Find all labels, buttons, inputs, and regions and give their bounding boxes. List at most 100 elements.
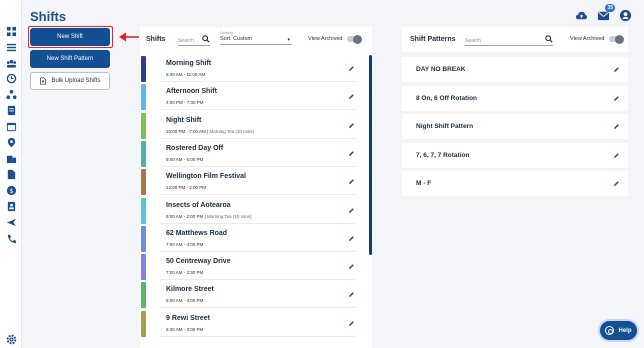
- dollar-icon[interactable]: $: [6, 185, 17, 196]
- id-card-icon[interactable]: [6, 201, 17, 212]
- shift-row[interactable]: Kilmore Street 6:00 AM - 3:00 PM: [140, 282, 362, 309]
- building-icon[interactable]: [6, 153, 17, 164]
- phone-icon[interactable]: [6, 233, 17, 244]
- patterns-view-archived-toggle[interactable]: View Archived: [570, 34, 625, 44]
- edit-icon[interactable]: [348, 207, 355, 214]
- account-icon[interactable]: [619, 9, 632, 22]
- pattern-row[interactable]: M - F: [402, 171, 628, 196]
- clock-icon[interactable]: [6, 73, 17, 84]
- list-icon[interactable]: [6, 42, 17, 53]
- header-actions: 35: [575, 4, 632, 22]
- shift-name: Morning Shift: [166, 60, 212, 67]
- bulk-upload-label: Bulk Upload Shifts: [51, 78, 101, 84]
- shift-color-swatch: [141, 310, 146, 337]
- sort-label: Sorting: [220, 30, 233, 35]
- chevron-down-icon: ▾: [287, 37, 290, 43]
- shift-search-input[interactable]: Search: [178, 35, 210, 46]
- shift-row[interactable]: Insects of Aotearoa 8:00 AM - 2:00 PM | M…: [140, 197, 362, 224]
- shift-color-swatch: [141, 84, 146, 111]
- edit-icon[interactable]: [348, 93, 355, 100]
- shift-name: Rostered Day Off: [166, 144, 224, 152]
- shift-row[interactable]: Wellington Film Festival 12:00 PM - 2:00 …: [140, 169, 362, 196]
- bulk-upload-button[interactable]: Bulk Upload Shifts: [30, 72, 110, 90]
- settings-icon[interactable]: [6, 334, 17, 345]
- divider: [160, 137, 356, 139]
- org-chart-icon[interactable]: [6, 89, 17, 100]
- shift-row[interactable]: Afternoon Shift 4:00 PM - 7:00 PM: [140, 84, 362, 111]
- divider: [160, 250, 356, 252]
- pattern-name: Night Shift Pattern: [416, 123, 474, 130]
- plane-icon[interactable]: [6, 217, 17, 228]
- toggle-switch[interactable]: [347, 34, 363, 44]
- pattern-name: 7, 6, 7, 7 Rotation: [416, 151, 470, 159]
- document-icon[interactable]: [6, 105, 17, 116]
- search-icon: [545, 35, 553, 43]
- divider: [160, 165, 356, 167]
- shift-color-swatch: [141, 197, 146, 224]
- pattern-row[interactable]: DAY NO BREAK: [402, 57, 628, 82]
- sort-select[interactable]: Sorting Sort: Custom ▾: [220, 30, 292, 45]
- new-shift-pattern-button[interactable]: New Shift Pattern: [30, 50, 110, 68]
- shift-time-range: 7:00 AM - 4:00 PM: [166, 241, 204, 247]
- edit-icon[interactable]: [348, 178, 355, 185]
- shift-patterns-title: Shift Patterns: [410, 36, 456, 43]
- help-button[interactable]: Help: [600, 321, 637, 340]
- shift-row[interactable]: 50 Centreway Drive 7:00 AM - 2:30 PM: [140, 254, 362, 281]
- pattern-search-placeholder: Search: [465, 38, 481, 44]
- pattern-row[interactable]: 7, 6, 7, 7 Rotation: [402, 142, 628, 168]
- shift-time: 6:30 AM - 3:00 PM: [166, 327, 203, 332]
- divider: [160, 335, 356, 337]
- shift-row[interactable]: Rostered Day Off 8:00 AM - 5:00 PM: [140, 140, 362, 167]
- edit-icon[interactable]: [348, 150, 355, 157]
- shift-time-range: 12:00 PM - 2:00 PM: [166, 185, 207, 191]
- shift-search-placeholder: Search: [178, 38, 194, 44]
- shift-time: 10:00 PM - 7:00 AM | Morning Tea (10 min…: [166, 129, 254, 134]
- team-icon[interactable]: [6, 58, 17, 69]
- shift-patterns-header: Shift Patterns Search View Archived: [402, 27, 628, 52]
- edit-icon[interactable]: [613, 66, 620, 73]
- edit-icon[interactable]: [613, 123, 620, 130]
- shift-time-range: 8:00 AM - 5:00 PM: [166, 156, 204, 162]
- annotation-arrow: [119, 32, 139, 42]
- shift-color-swatch: [141, 254, 146, 281]
- view-archived-label: View Archived: [308, 36, 343, 42]
- toggle-switch[interactable]: [609, 34, 625, 44]
- pattern-row[interactable]: 8 On, 6 Off Rotation: [402, 85, 628, 111]
- cloud-upload-icon[interactable]: [575, 9, 588, 22]
- shift-color-swatch: [141, 282, 146, 309]
- shift-time-range: 6:30 AM - 11:00 AM: [166, 72, 206, 77]
- edit-icon[interactable]: [348, 263, 355, 270]
- shift-color-swatch: [141, 169, 146, 196]
- shift-time-range: 6:00 AM - 3:00 PM: [166, 298, 204, 304]
- edit-icon[interactable]: [348, 65, 355, 72]
- edit-icon[interactable]: [613, 180, 620, 187]
- pattern-name: M - F: [416, 180, 432, 187]
- dashboard-icon[interactable]: [6, 26, 17, 37]
- location-icon[interactable]: [6, 137, 17, 148]
- pattern-row[interactable]: Night Shift Pattern: [402, 114, 628, 139]
- shift-row[interactable]: Morning Shift 6:30 AM - 11:00 AM: [140, 56, 362, 82]
- page-title: Shifts: [30, 9, 67, 24]
- shift-name: 62 Matthews Road: [166, 229, 228, 237]
- file-icon[interactable]: [6, 169, 17, 180]
- pattern-search-input[interactable]: Search: [465, 35, 553, 46]
- edit-icon[interactable]: [348, 235, 355, 242]
- view-archived-label: View Archived: [570, 36, 605, 42]
- edit-icon[interactable]: [348, 320, 355, 327]
- mail-icon[interactable]: 35: [597, 4, 615, 22]
- edit-icon[interactable]: [348, 122, 355, 129]
- edit-icon[interactable]: [613, 152, 620, 159]
- help-icon: [605, 326, 615, 335]
- edit-icon[interactable]: [348, 291, 355, 298]
- calendar-icon[interactable]: [6, 121, 17, 132]
- shift-row[interactable]: Night Shift 10:00 PM - 7:00 AM | Morning …: [140, 112, 362, 139]
- shift-row[interactable]: 9 Rewi Street 6:30 AM - 3:00 PM: [140, 310, 362, 337]
- shift-name: 9 Rewi Street: [166, 314, 210, 322]
- shift-color-swatch: [141, 112, 146, 139]
- shift-row[interactable]: 62 Matthews Road 7:00 AM - 4:00 PM: [140, 225, 362, 252]
- shifts-view-archived-toggle[interactable]: View Archived: [308, 34, 363, 44]
- edit-icon[interactable]: [613, 95, 620, 102]
- scrollbar[interactable]: [369, 55, 372, 255]
- upload-file-icon: [40, 77, 47, 85]
- pattern-name: DAY NO BREAK: [416, 66, 466, 73]
